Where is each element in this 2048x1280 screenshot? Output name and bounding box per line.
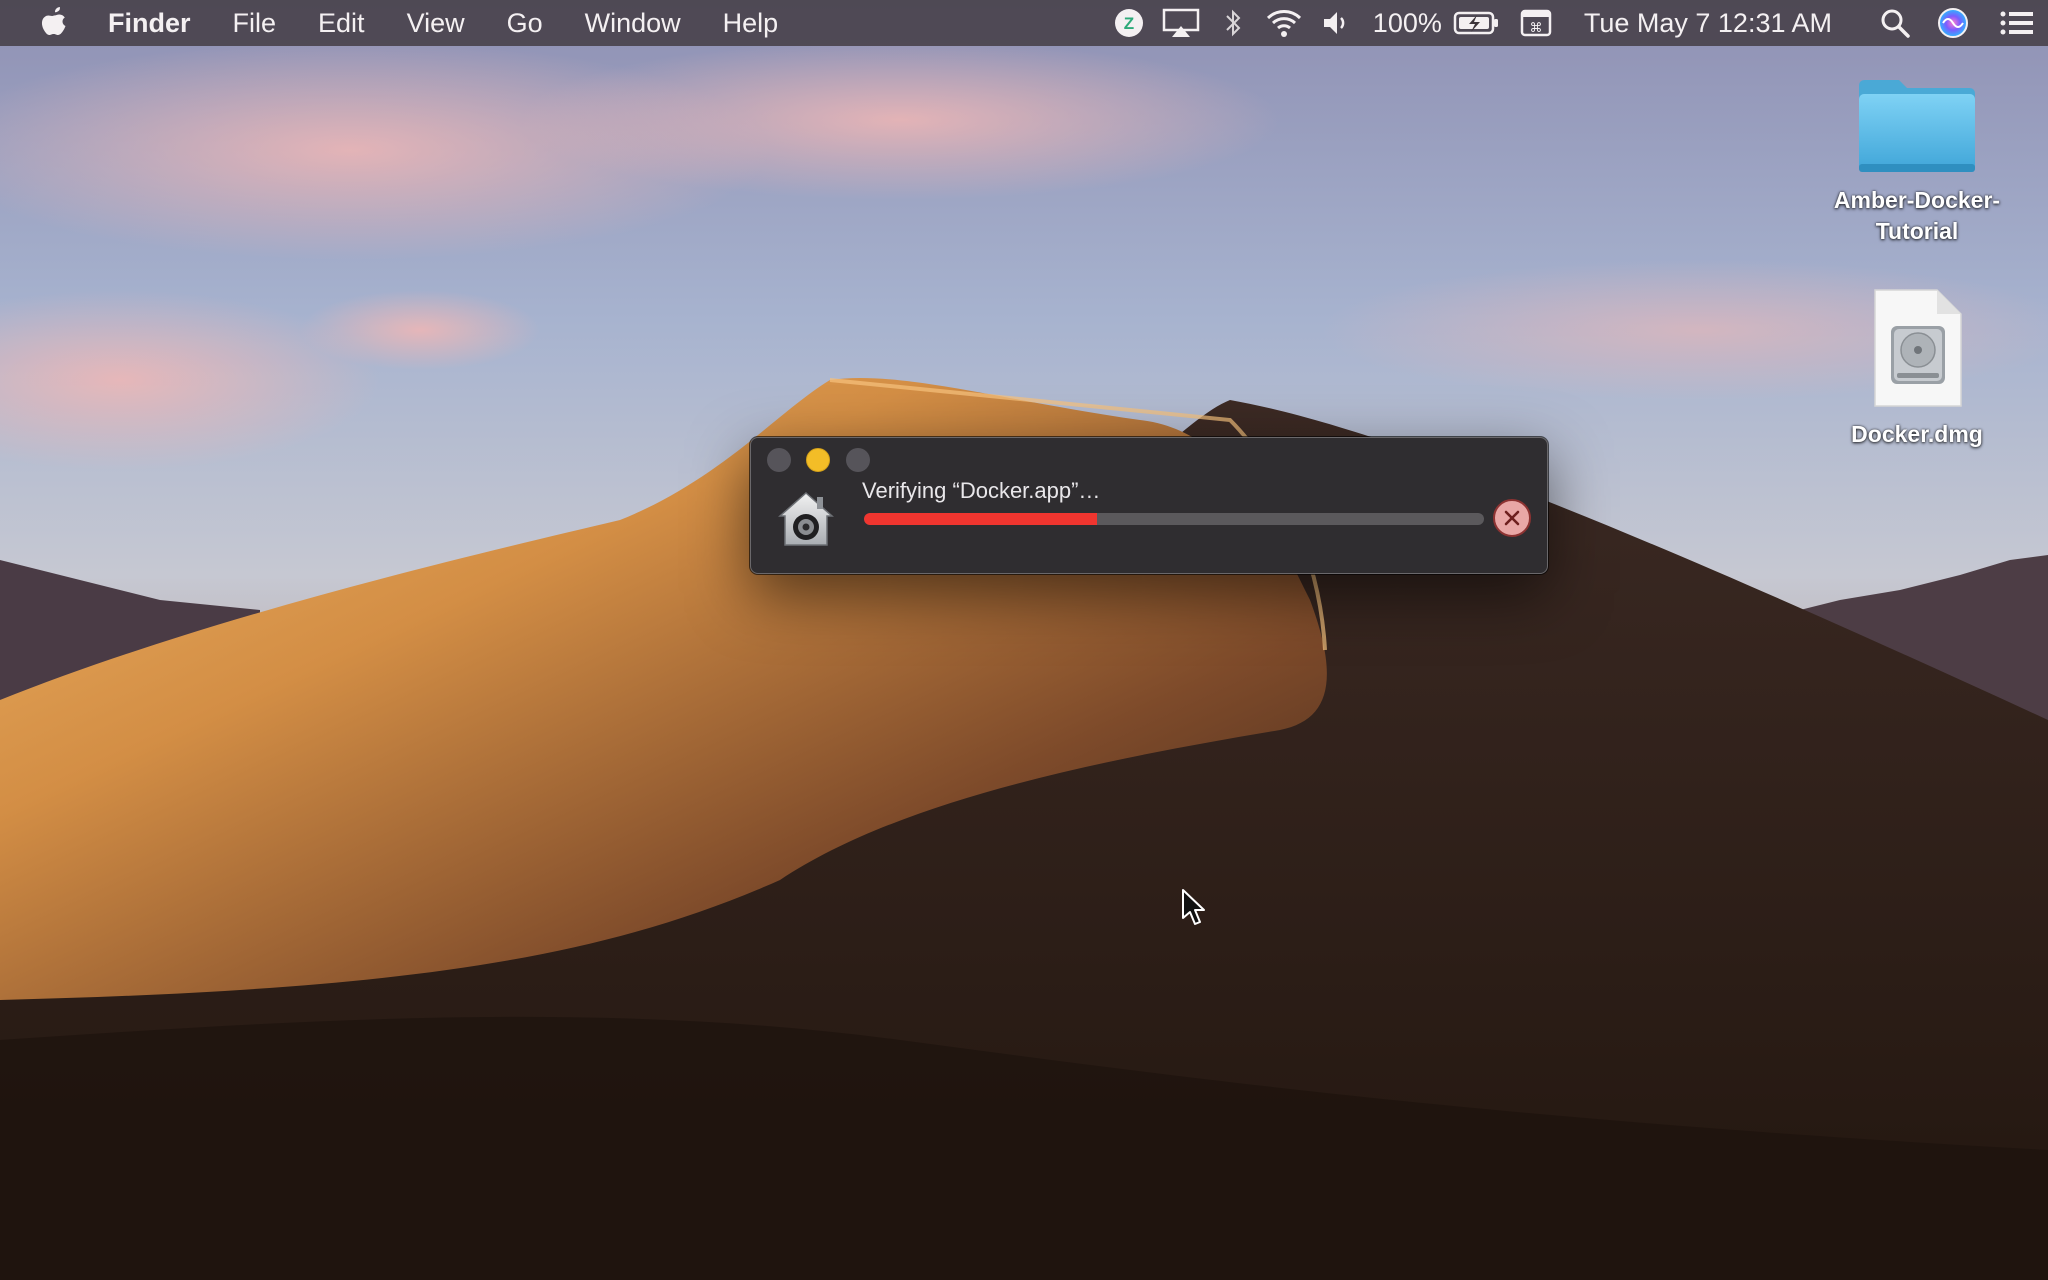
desktop-item-label-line2: Tutorial	[1875, 218, 1959, 244]
desktop[interactable]: Finder File Edit View Go Window Help Z 1…	[0, 0, 2048, 1280]
wifi-icon[interactable]	[1257, 0, 1311, 46]
menu-help[interactable]: Help	[702, 0, 800, 46]
battery-icon[interactable]	[1448, 0, 1506, 46]
menu-clock[interactable]: Tue May 7 12:31 AM	[1566, 0, 1868, 46]
volume-icon[interactable]	[1311, 0, 1363, 46]
verify-progress-bar	[864, 513, 1484, 525]
progress-fill	[864, 513, 1097, 525]
desktop-file-docker-dmg[interactable]: Docker.dmg	[1817, 286, 2017, 450]
disk-image-icon	[1874, 289, 1962, 407]
bluetooth-icon[interactable]	[1209, 0, 1257, 46]
menu-view[interactable]: View	[386, 0, 486, 46]
menu-edit[interactable]: Edit	[297, 0, 386, 46]
window-zoom-button[interactable]	[846, 448, 870, 472]
zoom-icon[interactable]: Z	[1105, 0, 1153, 46]
status-area: Z 100% ⌘ Tue May 7 12:31 AM	[1105, 0, 2048, 46]
notification-center-icon[interactable]	[1984, 0, 2048, 46]
svg-text:Z: Z	[1124, 14, 1134, 33]
close-icon	[1504, 510, 1520, 526]
desktop-wallpaper	[0, 0, 2048, 1280]
menu-bar: Finder File Edit View Go Window Help Z 1…	[0, 0, 2048, 46]
siri-icon[interactable]	[1922, 0, 1984, 46]
airplay-icon[interactable]	[1153, 0, 1209, 46]
desktop-item-label: Amber-Docker- Tutorial	[1817, 185, 2017, 247]
spotlight-search-icon[interactable]	[1868, 0, 1922, 46]
gatekeeper-security-icon	[778, 491, 834, 546]
menu-file[interactable]: File	[212, 0, 298, 46]
desktop-folder-amber-docker-tutorial[interactable]: Amber-Docker- Tutorial	[1817, 76, 2017, 247]
cancel-verify-button[interactable]	[1493, 499, 1531, 537]
battery-percent[interactable]: 100%	[1363, 0, 1448, 46]
window-minimize-button[interactable]	[806, 448, 830, 472]
folder-icon	[1859, 80, 1975, 172]
menu-go[interactable]: Go	[486, 0, 564, 46]
apple-logo-icon[interactable]	[0, 0, 108, 46]
desktop-item-label-line1: Amber-Docker-	[1833, 187, 2001, 213]
window-close-button[interactable]	[767, 448, 791, 472]
svg-text:⌘: ⌘	[1529, 21, 1542, 36]
menu-app-name[interactable]: Finder	[108, 0, 212, 46]
menu-window[interactable]: Window	[564, 0, 702, 46]
keyboard-shortcut-icon[interactable]: ⌘	[1506, 0, 1566, 46]
mouse-cursor-icon	[1182, 889, 1205, 925]
verifying-dialog: Verifying “Docker.app”…	[750, 437, 1548, 574]
desktop-item-label-line1: Docker.dmg	[1851, 421, 1983, 447]
dialog-title: Verifying “Docker.app”…	[862, 478, 1101, 503]
desktop-item-label: Docker.dmg	[1817, 419, 2017, 450]
